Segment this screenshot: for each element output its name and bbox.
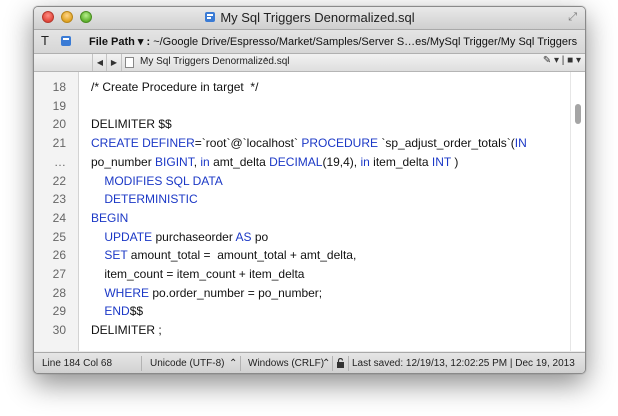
code-text: `sp_adjust_order_totals`( (378, 136, 515, 151)
line-number: 20 (52, 117, 66, 132)
code-line[interactable]: UPDATE purchaseorder AS po (91, 230, 268, 244)
sql-document-icon (205, 12, 216, 22)
code-text: amt_delta (209, 154, 270, 169)
line-endings-selector[interactable]: Windows (CRLF) (248, 358, 324, 369)
code-keyword: SET (104, 248, 128, 263)
line-number: 18 (52, 80, 66, 94)
back-icon[interactable]: ◀ (92, 54, 107, 71)
code-text: DELIMITER ; (91, 323, 162, 338)
code-keyword: AS (235, 229, 252, 244)
cursor-position[interactable]: Line 184 Col 68 (42, 358, 112, 369)
code-text: po_number (91, 154, 156, 169)
navigation-bar: ◀ ▶ My Sql Triggers Denormalized.sql ⌃ ✎… (34, 54, 585, 72)
encoding-arrow-icon[interactable]: ⌃ (229, 358, 237, 369)
line-number: 27 (52, 267, 66, 281)
code-line[interactable]: BEGIN (91, 211, 128, 225)
code-line[interactable]: item_count = item_count + item_delta (91, 267, 304, 281)
code-text: $$ (129, 304, 144, 319)
code-text: po.order_number = po_number; (149, 285, 323, 300)
editor-window: My Sql Triggers Denormalized.sql ⤢ T Fil… (33, 6, 586, 374)
code-line[interactable]: END$$ (91, 304, 143, 318)
code-keyword: CREATE DEFINER (91, 136, 195, 151)
line-number: 26 (52, 248, 66, 263)
code-keyword: BEGIN (91, 210, 129, 225)
vertical-scrollbar[interactable] (570, 72, 585, 351)
code-keyword: DECIMAL (269, 154, 323, 169)
file-path-label[interactable]: File Path ▾ : (89, 36, 150, 48)
code-line[interactable]: DELIMITER $$ (91, 117, 172, 131)
line-number: … (54, 154, 66, 169)
line-number: 22 (52, 173, 66, 188)
scrollbar-thumb[interactable] (575, 104, 581, 124)
code-text: item_delta (369, 154, 432, 169)
code-line[interactable]: DELIMITER ; (91, 323, 162, 337)
document-icon[interactable] (59, 34, 73, 48)
code-text: purchaseorder (152, 229, 236, 244)
encoding-selector[interactable]: Unicode (UTF-8) (150, 358, 224, 369)
line-number: 29 (52, 304, 66, 319)
code-text: /* Create Procedure in target */ (91, 80, 259, 94)
forward-icon[interactable]: ▶ (106, 54, 122, 71)
line-number-gutter: 18 19 20 21 … 22 23 24 25 26 27 28 29 30 (34, 72, 79, 351)
code-keyword: PROCEDURE (301, 136, 379, 151)
code-keyword: DETERMINISTIC (104, 192, 198, 207)
window-title: My Sql Triggers Denormalized.sql (220, 10, 415, 25)
file-path-value: ~/Google Drive/Espresso/Market/Samples/S… (153, 36, 579, 48)
code-keyword: UPDATE (104, 229, 153, 244)
code-text: po (251, 229, 269, 244)
divider (332, 356, 333, 371)
code-line[interactable]: SET amount_total = amount_total + amt_de… (91, 248, 356, 262)
code-keyword: in (200, 154, 210, 169)
last-saved: Last saved: 12/19/13, 12:02:25 PM | Dec … (352, 358, 575, 369)
line-number: 25 (52, 229, 66, 244)
editor-tools-menu[interactable]: ✎ ▾ | ■ ▾ (543, 55, 581, 66)
title-bar[interactable]: My Sql Triggers Denormalized.sql ⤢ (34, 7, 585, 30)
lock-icon[interactable] (336, 358, 345, 368)
code-text: amount_total = amount_total + amt_delta, (127, 248, 357, 263)
file-path[interactable]: File Path ▾ : ~/Google Drive/Espresso/Ma… (89, 35, 579, 48)
line-number: 30 (52, 323, 66, 338)
code-text: DELIMITER $$ (91, 117, 172, 132)
divider (240, 356, 241, 371)
line-number: 21 (52, 136, 66, 151)
code-keyword: MODIFIES SQL DATA (104, 173, 223, 188)
text-tool-button[interactable]: T (41, 33, 49, 48)
code-keyword: INT (431, 154, 451, 169)
toolbar: T File Path ▾ : ~/Google Drive/Espresso/… (34, 30, 585, 54)
code-line[interactable]: /* Create Procedure in target */ (91, 80, 258, 94)
file-selector-arrow-icon[interactable]: ⌃ (262, 56, 270, 67)
code-keyword: in (360, 154, 370, 169)
code-keyword: WHERE (104, 285, 150, 300)
code-line[interactable]: CREATE DEFINER=`root`@`localhost` PROCED… (91, 136, 527, 150)
code-keyword: BIGINT (155, 154, 194, 169)
line-number: 19 (52, 98, 66, 113)
code-line[interactable]: WHERE po.order_number = po_number; (91, 286, 322, 300)
file-doc-icon (125, 57, 134, 68)
status-bar: Line 184 Col 68 Unicode (UTF-8) ⌃ Window… (34, 352, 585, 373)
code-line[interactable]: MODIFIES SQL DATA (91, 173, 223, 188)
line-endings-arrow-icon[interactable]: ⌃ (322, 358, 330, 369)
line-number: 24 (52, 210, 66, 225)
code-text: item_count = item_count + item_delta (91, 267, 305, 281)
fullscreen-icon[interactable]: ⤢ (568, 11, 577, 24)
code-text: =`root`@`localhost` (194, 136, 302, 151)
code-text: ) (450, 154, 459, 169)
line-number: 23 (52, 192, 66, 207)
divider (141, 356, 142, 371)
code-keyword: IN (514, 136, 527, 151)
line-number: 28 (52, 285, 66, 300)
code-keyword: END (104, 304, 130, 319)
code-line[interactable]: po_number BIGINT, in amt_delta DECIMAL(1… (91, 155, 458, 169)
code-editor[interactable]: 18 19 20 21 … 22 23 24 25 26 27 28 29 30 /* Create Pr… (34, 72, 585, 351)
code-line[interactable]: DETERMINISTIC (91, 192, 198, 207)
code-text: (19,4), (322, 154, 361, 169)
divider (348, 356, 349, 371)
